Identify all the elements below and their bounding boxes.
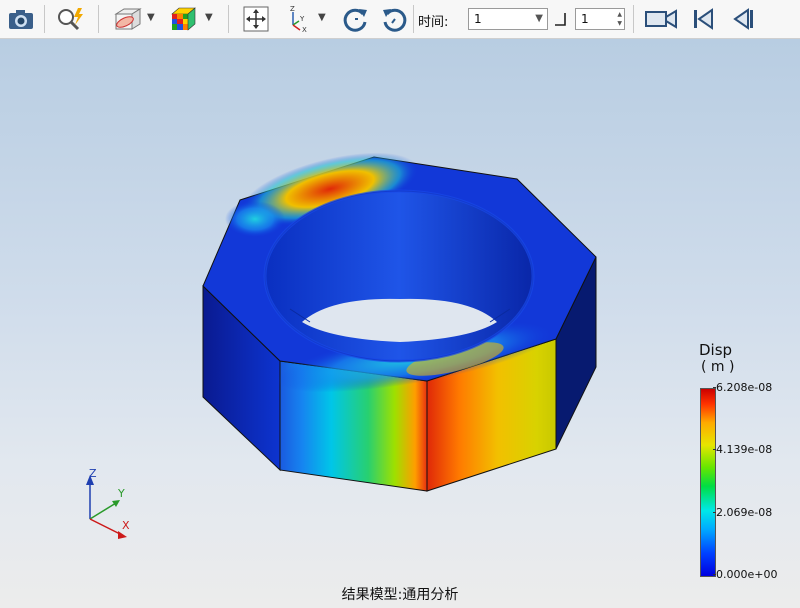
previous-frame-button[interactable] (726, 3, 760, 35)
legend-unit: ( m ) (701, 359, 735, 375)
video-camera-icon (645, 9, 677, 29)
clip-view-button[interactable] (108, 3, 144, 35)
colored-cube-icon (171, 7, 196, 31)
legend-tick-2: 4.139e-08 (712, 443, 773, 456)
legend-title: Disp (699, 341, 733, 359)
svg-text:X: X (302, 26, 307, 33)
screenshot-button[interactable] (4, 3, 38, 35)
legend-tick-min: 0.000e+00 (712, 568, 778, 581)
time-select[interactable]: 1 ▼ (468, 8, 548, 30)
move-arrows-icon (243, 6, 269, 32)
spin-up-icon[interactable]: ▲ (617, 11, 622, 19)
spin-down-icon[interactable]: ▼ (617, 20, 622, 28)
rotate-left-icon (343, 8, 367, 32)
rotate-ccw-button[interactable] (338, 3, 372, 35)
svg-text:Y: Y (299, 15, 305, 23)
rotate-right-icon (383, 8, 407, 32)
step-spinbox[interactable]: 1 ▲ ▼ (575, 8, 625, 30)
color-scale-bar (700, 388, 716, 577)
chevron-down-icon[interactable]: ▼ (147, 12, 155, 23)
axis-y-label: Y (117, 487, 125, 500)
step-back-icon (733, 8, 753, 30)
axis-x-label: X (122, 519, 130, 532)
time-select-value: 1 (474, 12, 482, 26)
step-icon (555, 13, 566, 26)
camera-icon (9, 10, 33, 29)
zoom-fit-button[interactable] (54, 3, 88, 35)
magnifier-lightning-icon (58, 8, 83, 31)
chevron-down-icon: ▼ (535, 13, 543, 24)
3d-viewport[interactable]: Z Y X Disp ( m ) 6.208e-08 4.139e-08 2.0… (0, 39, 800, 608)
display-mode-button[interactable] (166, 3, 200, 35)
chevron-down-icon[interactable]: ▼ (205, 12, 213, 23)
rotate-cw-button[interactable] (378, 3, 412, 35)
legend-tick-max: 6.208e-08 (712, 381, 773, 394)
time-label: 时间: (418, 15, 449, 30)
axis-z-label: Z (89, 467, 97, 480)
chevron-down-icon[interactable]: ▼ (318, 12, 326, 23)
result-model-caption: 结果模型:通用分析 (341, 587, 459, 603)
view-axis-button[interactable]: Z Y X (284, 3, 314, 35)
axis-triad: Z Y X (86, 467, 130, 539)
legend-tick-3: 2.069e-08 (712, 506, 773, 519)
toolbar: ▼ ▼ Z Y X ▼ 时间: 1 ▼ 1 ▲ ▼ (0, 0, 800, 39)
svg-text:Z: Z (290, 5, 295, 13)
pan-button[interactable] (238, 3, 274, 35)
xyz-axes-icon: Z Y X (290, 5, 307, 33)
skip-first-icon (694, 8, 713, 30)
record-video-button[interactable] (642, 3, 680, 35)
box-section-icon (114, 8, 142, 30)
first-frame-button[interactable] (686, 3, 720, 35)
step-spinbox-value: 1 (581, 12, 589, 26)
